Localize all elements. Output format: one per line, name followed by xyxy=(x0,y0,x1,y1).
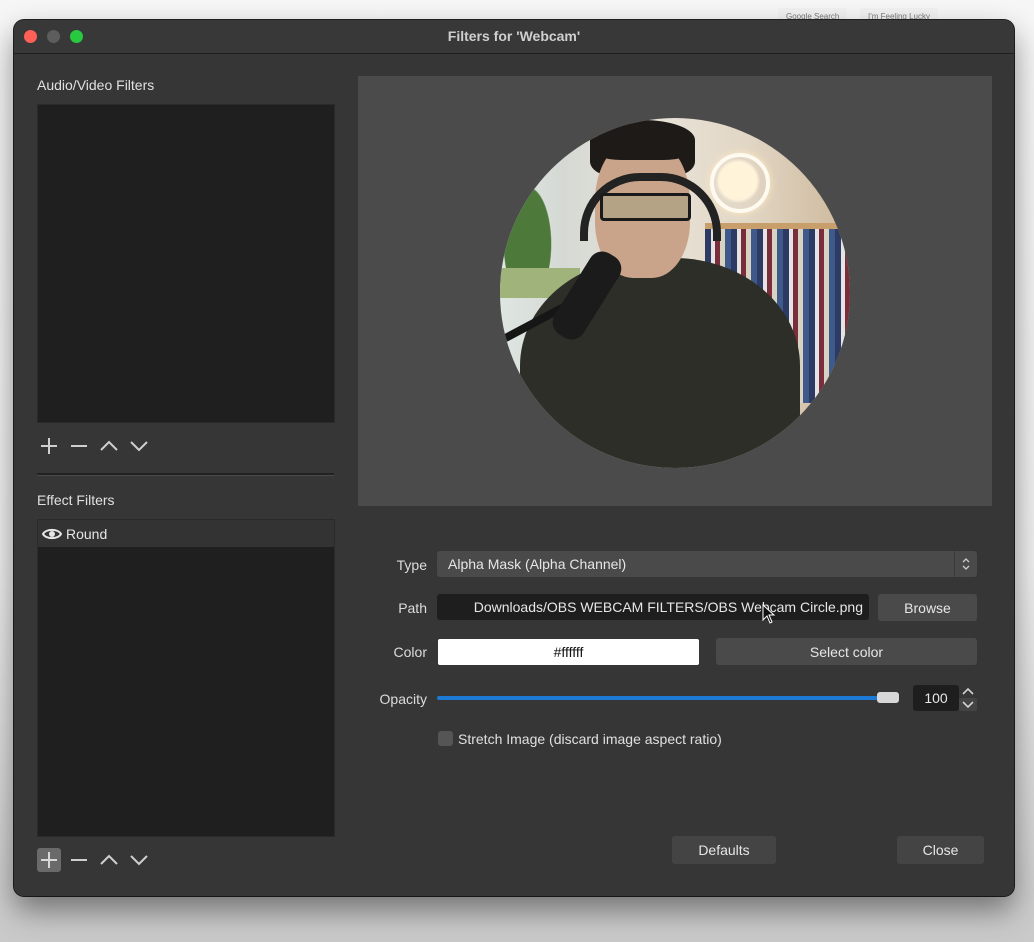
opacity-label: Opacity xyxy=(379,691,427,707)
browse-button[interactable]: Browse xyxy=(878,594,977,621)
close-button[interactable]: Close xyxy=(897,836,984,864)
spin-down-icon[interactable] xyxy=(959,698,977,711)
effect-filter-name: Round xyxy=(66,525,108,542)
opacity-slider-handle[interactable] xyxy=(877,692,899,703)
av-add-button[interactable] xyxy=(37,434,61,458)
effect-filters-list[interactable]: Round xyxy=(37,519,335,837)
up-down-chevron-icon xyxy=(962,558,970,570)
color-swatch[interactable]: #ffffff xyxy=(438,639,699,665)
path-label: Path xyxy=(398,600,427,616)
type-value: Alpha Mask (Alpha Channel) xyxy=(448,556,627,572)
title-bar: Filters for 'Webcam' xyxy=(14,20,1014,54)
type-label: Type xyxy=(396,557,427,573)
opacity-spin-arrows xyxy=(959,685,977,711)
select-arrows xyxy=(954,551,977,577)
chevron-down-icon xyxy=(130,441,148,452)
eye-icon[interactable] xyxy=(42,527,62,541)
effect-add-button[interactable] xyxy=(37,848,61,872)
minus-icon xyxy=(71,445,87,447)
filters-window: Filters for 'Webcam' Audio/Video Filters… xyxy=(14,20,1014,896)
color-label: Color xyxy=(393,644,427,660)
audio-video-filters-toolbar xyxy=(37,434,151,458)
defaults-button[interactable]: Defaults xyxy=(672,836,776,864)
select-color-button[interactable]: Select color xyxy=(716,638,977,665)
chevron-up-icon xyxy=(100,440,118,451)
chevron-up-icon xyxy=(100,854,118,865)
av-move-up-button[interactable] xyxy=(97,434,121,458)
effect-move-down-button[interactable] xyxy=(127,848,151,872)
webcam-preview-image xyxy=(500,118,850,468)
spin-up-icon[interactable] xyxy=(959,685,977,698)
av-remove-button[interactable] xyxy=(67,434,91,458)
audio-video-filters-list[interactable] xyxy=(37,104,335,423)
window-content: Audio/Video Filters Effect Filters Round… xyxy=(14,54,1014,896)
effect-remove-button[interactable] xyxy=(67,848,91,872)
opacity-slider[interactable] xyxy=(437,688,899,708)
path-input[interactable]: Downloads/OBS WEBCAM FILTERS/OBS Webcam … xyxy=(437,594,869,620)
audio-video-filters-label: Audio/Video Filters xyxy=(37,77,155,93)
effect-move-up-button[interactable] xyxy=(97,848,121,872)
opacity-slider-fill xyxy=(437,696,888,700)
mouse-pointer-icon xyxy=(762,604,776,624)
opacity-spinbox[interactable]: 100 xyxy=(913,685,959,711)
chevron-down-icon xyxy=(130,855,148,866)
plus-icon xyxy=(41,438,57,454)
effect-filters-label: Effect Filters xyxy=(37,492,115,508)
av-move-down-button[interactable] xyxy=(127,434,151,458)
effect-filter-item-round[interactable]: Round xyxy=(38,520,334,547)
type-select[interactable]: Alpha Mask (Alpha Channel) xyxy=(437,551,977,577)
section-divider xyxy=(37,473,334,476)
stretch-image-label[interactable]: Stretch Image (discard image aspect rati… xyxy=(458,731,722,747)
window-title: Filters for 'Webcam' xyxy=(447,28,581,44)
path-value: Downloads/OBS WEBCAM FILTERS/OBS Webcam … xyxy=(473,599,863,615)
plus-icon xyxy=(41,852,57,868)
filter-preview xyxy=(358,76,992,506)
minus-icon xyxy=(71,859,87,861)
stretch-image-checkbox[interactable] xyxy=(438,731,453,746)
effect-filters-toolbar xyxy=(37,848,151,872)
